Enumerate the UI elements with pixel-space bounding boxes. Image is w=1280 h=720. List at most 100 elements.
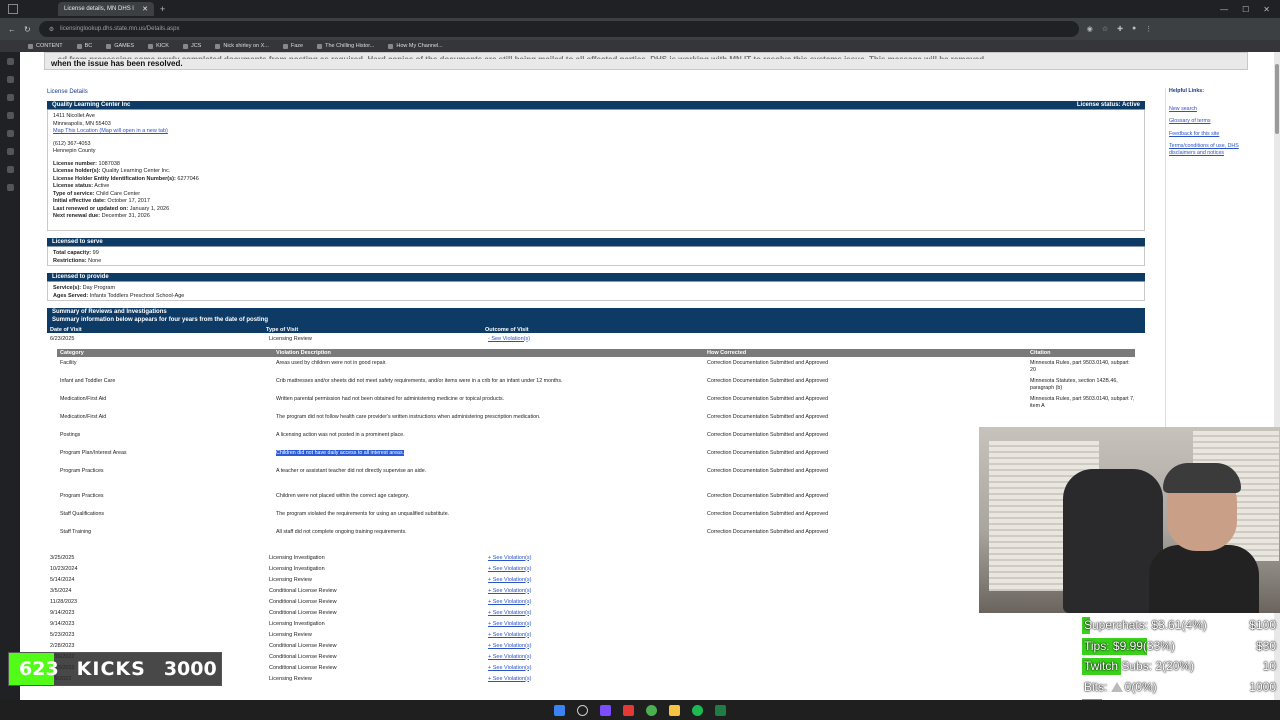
violation-description: The program violated the requirements fo… bbox=[276, 511, 707, 518]
col-how-corrected: How Corrected bbox=[707, 350, 747, 356]
bookmark-label: KICK bbox=[156, 43, 169, 49]
see-violations-link[interactable]: + See Violation(s) bbox=[488, 577, 708, 583]
see-violations-link[interactable]: + See Violation(s) bbox=[488, 643, 708, 649]
bookmark-item[interactable]: CONTENT bbox=[28, 43, 63, 49]
how-corrected: Correction Documentation Submitted and A… bbox=[707, 396, 829, 402]
helpful-link[interactable]: Terms/conditions of use, DHS disclaimers… bbox=[1169, 143, 1249, 156]
licensed-to-serve-title: Licensed to serve bbox=[52, 239, 103, 245]
helpful-link[interactable]: New search bbox=[1169, 106, 1249, 113]
see-violations-link[interactable]: + See Violation(s) bbox=[488, 599, 708, 605]
back-icon[interactable]: ← bbox=[8, 25, 16, 34]
license-detail-row: Initial effective date: October 17, 2017 bbox=[53, 198, 1139, 206]
start-icon[interactable] bbox=[554, 704, 565, 716]
bookmark-item[interactable]: The Chilling Histor... bbox=[317, 43, 374, 49]
violation-row: Staff Qualifications The program violated… bbox=[57, 508, 1135, 526]
address-bar: ← ↻ ⚙ licensinglookup.dhs.state.mn.us/De… bbox=[0, 18, 1280, 40]
side-panel-icon[interactable] bbox=[6, 58, 14, 65]
bookmark-item[interactable]: BC bbox=[76, 43, 92, 49]
col-date-of-visit: Date of Visit bbox=[50, 326, 82, 333]
bookmark-item[interactable]: How My Channel... bbox=[388, 43, 443, 49]
visit-type: Licensing Review bbox=[269, 675, 312, 682]
detail-label: Type of service: bbox=[53, 190, 95, 197]
visit-type: Licensing Investigation bbox=[269, 554, 325, 561]
see-violations-link[interactable]: + See Violation(s) bbox=[488, 610, 708, 616]
scrollbar-thumb[interactable] bbox=[1275, 64, 1279, 134]
bookmark-item[interactable]: GAMES bbox=[106, 43, 134, 49]
how-corrected: Correction Documentation Submitted and A… bbox=[707, 414, 829, 420]
side-panel-icon[interactable] bbox=[6, 184, 14, 191]
see-violations-link[interactable]: + See Violation(s) bbox=[488, 676, 708, 682]
menu-dots-icon[interactable]: ⋮ bbox=[1145, 25, 1152, 33]
see-violations-link[interactable]: + See Violation(s) bbox=[488, 555, 708, 561]
see-violations-link[interactable]: + See Violation(s) bbox=[488, 632, 708, 638]
goal-label: Twitch Subs: 2(20%) bbox=[1084, 659, 1195, 674]
url-input[interactable]: ⚙ licensinglookup.dhs.state.mn.us/Detail… bbox=[38, 21, 1079, 37]
licensed-to-provide-header: Licensed to provide bbox=[47, 273, 1145, 282]
discord-icon[interactable] bbox=[600, 704, 611, 716]
visit-type: Licensing Review bbox=[269, 576, 312, 583]
reload-icon[interactable]: ↻ bbox=[24, 25, 31, 34]
side-panel-icon[interactable] bbox=[6, 148, 14, 155]
visit-date: 10/23/2024 bbox=[50, 565, 78, 572]
goal-target: $30 bbox=[1255, 638, 1276, 653]
site-info-icon[interactable]: ⚙ bbox=[49, 26, 54, 33]
side-panel-icon[interactable] bbox=[6, 166, 14, 173]
see-violations-link[interactable]: + See Violation(s) bbox=[488, 566, 708, 572]
violation-description-text: The program violated the requirements fo… bbox=[276, 511, 450, 517]
visit-date: 5/14/2024 bbox=[50, 576, 75, 583]
side-panel-icon[interactable] bbox=[6, 94, 14, 101]
bookmark-star-icon[interactable]: ☆ bbox=[1102, 25, 1108, 33]
tab-close-icon[interactable]: ✕ bbox=[142, 5, 148, 13]
new-tab-icon[interactable]: + bbox=[160, 4, 165, 14]
visit-type: Conditional License Review bbox=[269, 587, 337, 594]
ages-value: Infants Toddlers Preschool School-Age bbox=[89, 292, 185, 299]
window-close-icon[interactable]: ✕ bbox=[1263, 5, 1270, 14]
chrome-icon[interactable] bbox=[646, 704, 657, 716]
license-detail-row: License status: Active bbox=[53, 183, 1139, 191]
see-violations-link[interactable]: + See Violation(s) bbox=[488, 621, 708, 627]
bookmark-favicon-icon bbox=[76, 43, 82, 49]
collapse-violations-link[interactable]: - See Violation(s) bbox=[488, 336, 708, 342]
visit-type: Licensing Investigation bbox=[269, 620, 325, 627]
bookmark-label: Nick shirley on X... bbox=[223, 43, 269, 49]
side-panel-icon[interactable] bbox=[6, 76, 14, 83]
side-panel-icon[interactable] bbox=[6, 130, 14, 137]
extension-icon[interactable]: ◉ bbox=[1087, 25, 1093, 33]
see-violations-link[interactable]: + See Violation(s) bbox=[488, 588, 708, 594]
helpful-link[interactable]: Feedback for this site bbox=[1169, 131, 1249, 138]
map-link[interactable]: Map This Location (Map will open in a ne… bbox=[53, 128, 168, 134]
see-violations-link[interactable]: + See Violation(s) bbox=[488, 654, 708, 660]
visit-type: Conditional License Review bbox=[269, 609, 337, 616]
side-panel-icon[interactable] bbox=[6, 112, 14, 119]
violation-row: Postings A licensing action was not poste… bbox=[57, 429, 1135, 447]
extensions-puzzle-icon[interactable]: ✚ bbox=[1117, 25, 1123, 33]
violation-row: Program Practices A teacher or assistant … bbox=[57, 465, 1135, 490]
violation-description: Areas used by children were not in good … bbox=[276, 360, 707, 367]
maximize-icon[interactable]: ☐ bbox=[1242, 5, 1249, 14]
violation-description: Children did not have daily access to al… bbox=[276, 450, 707, 457]
kicks-count: 623 bbox=[19, 658, 59, 680]
helpful-link[interactable]: Glossary of terms bbox=[1169, 118, 1249, 125]
see-violations-link[interactable]: + See Violation(s) bbox=[488, 665, 708, 671]
streamer bbox=[1149, 463, 1259, 613]
citation: Minnesota Statutes, section 142B.46, par… bbox=[1030, 378, 1118, 391]
folder-icon[interactable] bbox=[669, 704, 680, 716]
stream-goal-row: Tips: $9.99(33%) $30 bbox=[1080, 636, 1280, 657]
window-menu-icon[interactable] bbox=[8, 4, 18, 14]
bookmark-item[interactable]: Faze bbox=[282, 43, 303, 49]
search-icon[interactable] bbox=[577, 704, 588, 716]
excel-icon[interactable] bbox=[715, 704, 726, 716]
restrictions-value: None bbox=[88, 257, 102, 264]
profile-icon[interactable]: ● bbox=[1132, 25, 1136, 33]
minimize-icon[interactable]: — bbox=[1220, 5, 1228, 14]
bookmark-item[interactable]: KICK bbox=[148, 43, 169, 49]
col-citation: Citation bbox=[1030, 350, 1051, 356]
recording-icon[interactable] bbox=[623, 704, 634, 716]
browser-tab-active[interactable]: License details, MN DHS l ✕ bbox=[58, 2, 154, 16]
goal-label: Tips: $9.99(33%) bbox=[1084, 638, 1175, 653]
violation-description: A licensing action was not posted in a p… bbox=[276, 432, 707, 439]
bookmark-item[interactable]: Nick shirley on X... bbox=[215, 43, 269, 49]
bookmark-item[interactable]: JCS bbox=[182, 43, 201, 49]
notice-text: when the issue has been resolved. bbox=[51, 59, 183, 68]
spotify-icon[interactable] bbox=[692, 704, 703, 716]
